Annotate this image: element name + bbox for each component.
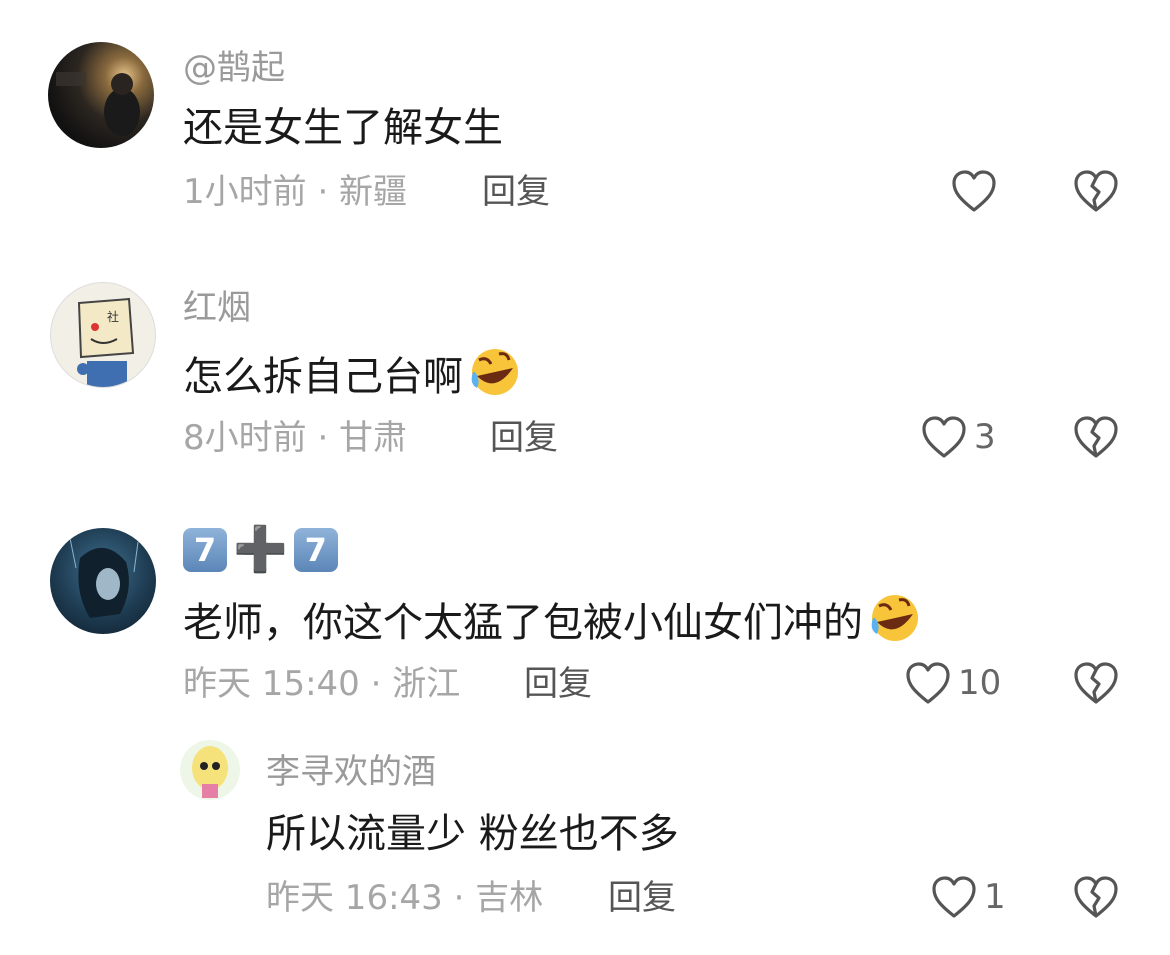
comment-meta: 昨天 16:43 · 吉林 bbox=[266, 878, 544, 918]
comment-2: 社 红烟 怎么拆自己台啊 8小时前 · 甘肃 回复 3 bbox=[0, 240, 1170, 490]
dislike-button[interactable] bbox=[1072, 660, 1120, 710]
username[interactable]: 红烟 bbox=[183, 288, 251, 328]
like-button[interactable]: 1 bbox=[930, 874, 1006, 920]
avatar[interactable] bbox=[180, 740, 240, 800]
reply-button[interactable]: 回复 bbox=[608, 878, 676, 918]
like-count: 1 bbox=[984, 877, 1006, 917]
broken-heart-icon bbox=[1074, 876, 1118, 918]
comment-text-content: 老师，你这个太猛了包被小仙女们冲的 bbox=[183, 600, 863, 646]
heart-outline-icon bbox=[922, 416, 966, 458]
like-count: 10 bbox=[958, 663, 1002, 703]
avatar[interactable] bbox=[50, 528, 156, 634]
comment-meta: 昨天 15:40 · 浙江 bbox=[183, 664, 461, 704]
rolling-on-floor-laughing-emoji bbox=[471, 349, 518, 395]
dislike-button[interactable] bbox=[1072, 874, 1120, 924]
reply-button[interactable]: 回复 bbox=[490, 418, 558, 458]
username[interactable]: 7 ➕ 7 bbox=[183, 528, 338, 578]
dislike-button[interactable] bbox=[1072, 168, 1120, 218]
like-button[interactable]: 3 bbox=[920, 414, 996, 460]
comment-text: 还是女生了解女生 bbox=[183, 105, 503, 151]
comment-3: 7 ➕ 7 老师，你这个太猛了包被小仙女们冲的 昨天 15:40 · 浙江 回复 1… bbox=[0, 490, 1170, 730]
avatar-image: 社 bbox=[77, 297, 135, 387]
reply-button[interactable]: 回复 bbox=[482, 172, 550, 212]
avatar[interactable] bbox=[48, 42, 154, 148]
broken-heart-icon bbox=[1074, 170, 1118, 212]
keycap-seven: 7 bbox=[293, 528, 338, 572]
comment-text: 老师，你这个太猛了包被小仙女们冲的 bbox=[183, 592, 923, 647]
avatar-image bbox=[192, 746, 228, 798]
broken-heart-icon bbox=[1074, 416, 1118, 458]
comment-meta: 1小时前 · 新疆 bbox=[183, 172, 408, 212]
reply-button[interactable]: 回复 bbox=[524, 664, 592, 704]
heart-outline-icon bbox=[906, 662, 950, 704]
heart-outline-icon bbox=[952, 170, 996, 212]
heart-outline-icon bbox=[932, 876, 976, 918]
comment-text: 所以流量少 粉丝也不多 bbox=[266, 811, 679, 857]
avatar-image bbox=[56, 72, 140, 136]
dislike-button[interactable] bbox=[1072, 414, 1120, 464]
avatar[interactable]: 社 bbox=[50, 282, 156, 388]
broken-heart-icon bbox=[1074, 662, 1118, 704]
like-count: 3 bbox=[974, 417, 996, 457]
username[interactable]: @鹊起 bbox=[183, 48, 285, 88]
avatar-image bbox=[69, 537, 139, 618]
comment-1: @鹊起 还是女生了解女生 1小时前 · 新疆 回复 bbox=[0, 0, 1170, 240]
comment-text-content: 怎么拆自己台啊 bbox=[183, 354, 463, 400]
svg-text:社: 社 bbox=[107, 309, 119, 324]
username[interactable]: 李寻欢的酒 bbox=[266, 752, 436, 792]
like-button[interactable] bbox=[950, 168, 998, 214]
comment-text: 怎么拆自己台啊 bbox=[183, 346, 523, 401]
comment-4-reply: 李寻欢的酒 所以流量少 粉丝也不多 昨天 16:43 · 吉林 回复 1 bbox=[0, 730, 1170, 955]
plus-sign: ➕ bbox=[233, 524, 288, 575]
keycap-seven: 7 bbox=[183, 528, 227, 572]
rolling-on-floor-laughing-emoji bbox=[871, 595, 918, 641]
comment-meta: 8小时前 · 甘肃 bbox=[183, 418, 408, 458]
like-button[interactable]: 10 bbox=[904, 660, 1001, 706]
